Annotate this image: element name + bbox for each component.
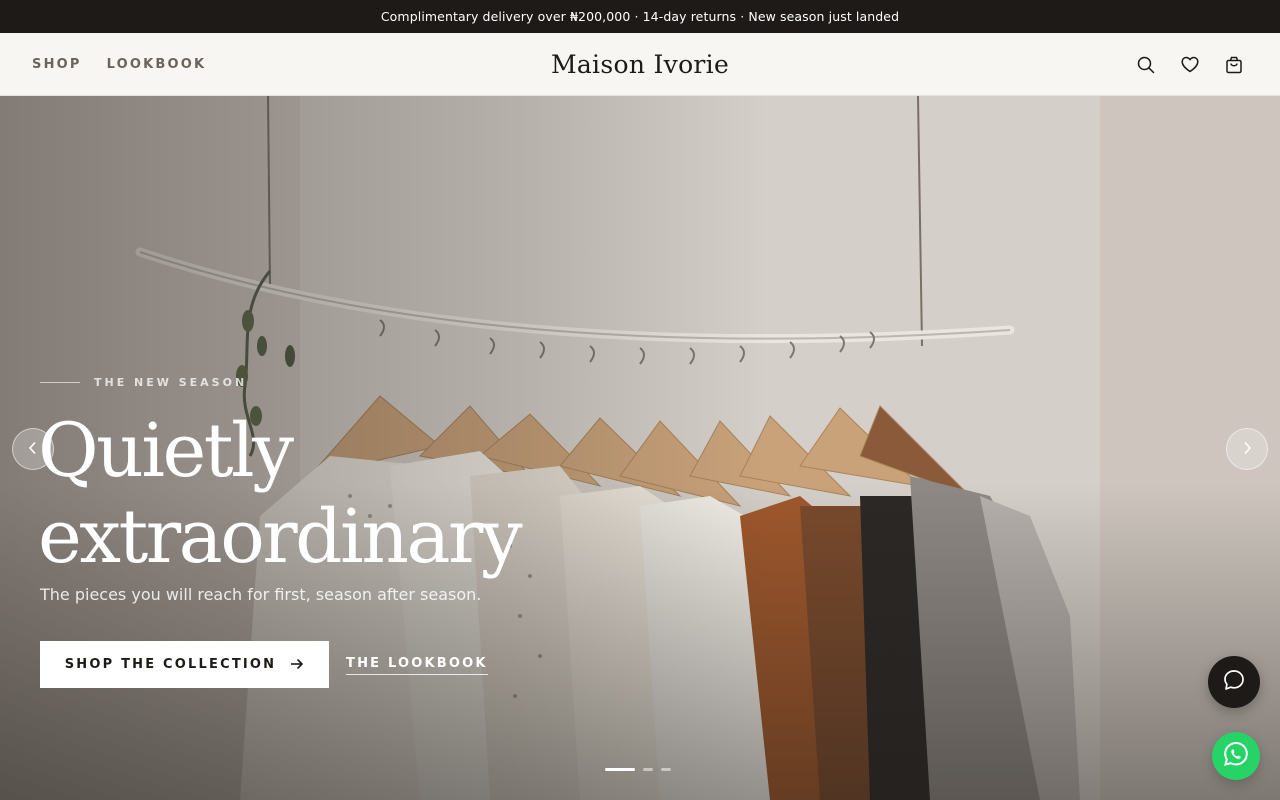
eyebrow-text: THE NEW SEASON — [94, 376, 248, 389]
announcement-text: Complimentary delivery over ₦200,000 · 1… — [380, 9, 900, 24]
bag-icon[interactable] — [1224, 55, 1244, 75]
carousel-dot-1[interactable] — [605, 768, 635, 771]
heart-icon[interactable] — [1180, 55, 1200, 75]
headline-line-1: Quietly — [38, 408, 294, 494]
carousel-next-button[interactable] — [1226, 428, 1268, 470]
site-header: SHOP LOOKBOOK Maison Ivorie — [0, 33, 1280, 96]
chevron-right-icon — [1242, 440, 1252, 459]
nav-shop[interactable]: SHOP — [32, 57, 82, 72]
whatsapp-icon — [1222, 740, 1250, 772]
carousel-dots — [605, 768, 671, 771]
cta-label: SHOP THE COLLECTION — [64, 657, 277, 672]
carousel-dot-2[interactable] — [643, 768, 653, 771]
shop-collection-button[interactable]: SHOP THE COLLECTION — [40, 641, 329, 688]
chevron-left-icon — [28, 440, 38, 459]
carousel-dot-3[interactable] — [661, 768, 671, 771]
chat-icon — [1222, 668, 1246, 696]
hero-banner: THE NEW SEASON Quietly extraordinary The… — [0, 96, 1280, 800]
nav-lookbook[interactable]: LOOKBOOK — [107, 57, 207, 72]
search-icon[interactable] — [1136, 55, 1156, 75]
lookbook-link[interactable]: THE LOOKBOOK — [346, 656, 488, 675]
main-nav: SHOP LOOKBOOK — [32, 33, 206, 96]
headline-line-2: extraordinary — [38, 494, 523, 580]
carousel-prev-button[interactable] — [12, 428, 54, 470]
hero-eyebrow: THE NEW SEASON — [40, 376, 247, 389]
hero-headline: Quietly extraordinary — [38, 408, 638, 580]
whatsapp-button[interactable] — [1212, 732, 1260, 780]
arrow-right-icon — [290, 655, 304, 674]
eyebrow-line — [40, 382, 80, 383]
chat-button[interactable] — [1208, 656, 1260, 708]
header-actions — [1136, 33, 1244, 96]
hero-subtitle: The pieces you will reach for first, sea… — [40, 585, 482, 604]
brand-logo[interactable]: Maison Ivorie — [551, 50, 729, 79]
announcement-bar: Complimentary delivery over ₦200,000 · 1… — [0, 0, 1280, 33]
